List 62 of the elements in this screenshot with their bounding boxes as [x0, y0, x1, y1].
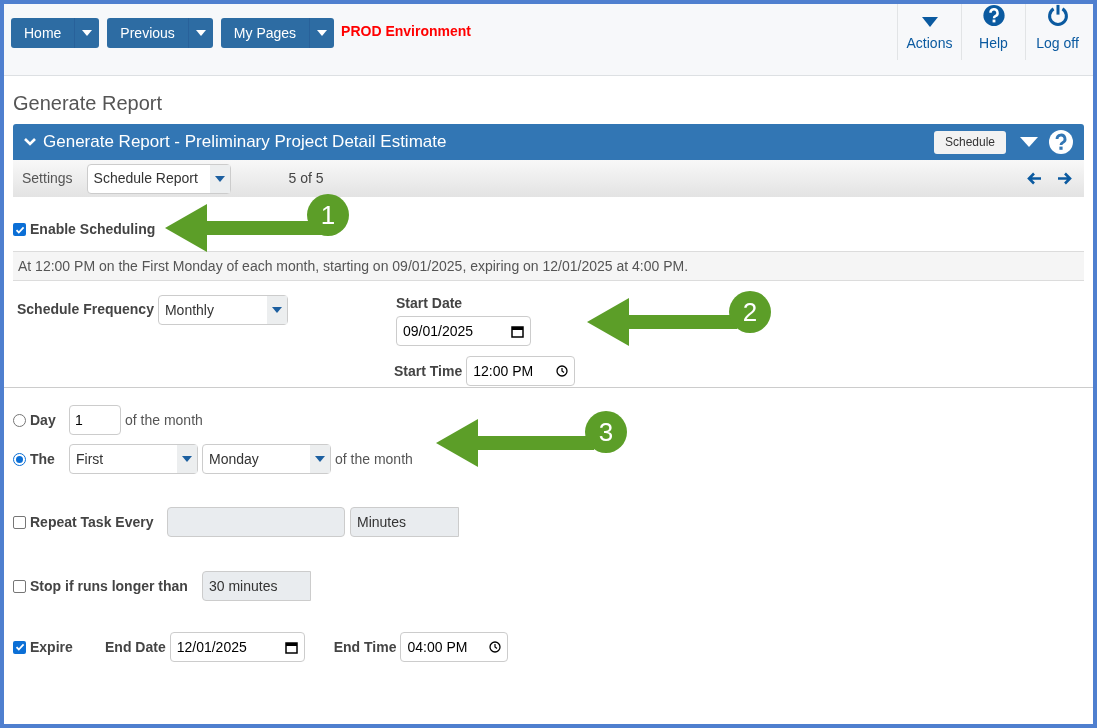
start-time-field[interactable]: 12:00 PM	[466, 356, 576, 386]
checkbox-label: Repeat Task Every	[30, 512, 155, 532]
field-label: Start Time	[394, 361, 463, 381]
panel-title: Generate Report - Preliminary Project Detail Estimate	[43, 131, 447, 154]
field-label: End Date	[105, 637, 166, 657]
checkbox[interactable]	[13, 579, 26, 593]
header-action-button[interactable]: Log off	[1025, 4, 1089, 60]
header-action-button[interactable]: Actions	[897, 4, 961, 60]
unit-select[interactable]: Minutes	[350, 507, 459, 537]
caret-icon	[921, 17, 938, 27]
arrow-right-icon[interactable]	[1057, 172, 1072, 185]
schedule-button[interactable]: Schedule	[933, 130, 1006, 154]
checkbox[interactable]	[13, 640, 26, 654]
help-icon[interactable]	[1048, 129, 1074, 155]
caret-icon	[182, 456, 192, 462]
toolbar-label: Settings	[22, 169, 73, 188]
callout-badge: 3	[585, 411, 627, 453]
panel-menu-button[interactable]	[1020, 135, 1038, 149]
clock-icon	[556, 365, 569, 377]
ordinal-select[interactable]: First	[69, 444, 198, 474]
caret-icon	[317, 30, 328, 36]
arrow-left-icon[interactable]	[1027, 172, 1042, 185]
caret-icon	[271, 307, 282, 313]
caret-icon	[195, 30, 206, 36]
clock-icon	[489, 641, 502, 653]
caret-icon	[315, 456, 325, 462]
checkbox-label: Stop if runs longer than	[30, 576, 189, 596]
callout-badge: 1	[307, 194, 349, 236]
calendar-icon	[284, 640, 298, 654]
radio-label: Day	[30, 410, 57, 430]
calendar-icon	[511, 324, 524, 338]
checkbox-label: Enable Scheduling	[30, 220, 156, 239]
field-suffix: of the month	[125, 410, 203, 430]
caret-icon	[214, 175, 225, 182]
schedule-summary: At 12:00 PM on the First Monday of each month, starting on 09/01/2025, expiring on 12/01/2025 at 4:00 PM.	[13, 251, 1084, 281]
radio-label: The	[30, 449, 56, 469]
chevron-down-icon	[23, 137, 37, 147]
page-counter: 5 of 5	[288, 169, 324, 188]
duration-select[interactable]: 30 minutes	[202, 571, 311, 601]
frequency-select[interactable]: Monthly	[157, 295, 288, 325]
day-field[interactable]: 1	[69, 405, 121, 435]
checkbox[interactable]	[13, 515, 26, 529]
weekday-select[interactable]: Monday	[202, 444, 331, 474]
radio-button[interactable]	[13, 452, 26, 466]
environment-label: PROD Environment	[341, 22, 471, 41]
field-suffix: of the month	[335, 449, 413, 469]
end-date-field[interactable]: 12/01/2025	[169, 632, 305, 662]
settings-select[interactable]: Schedule Report	[86, 163, 231, 194]
callout-badge: 2	[729, 291, 771, 333]
page-title: Generate Report	[13, 91, 163, 115]
checkbox[interactable]	[13, 223, 26, 236]
field-label: Start Date	[396, 294, 463, 313]
field-label: Schedule Frequency	[17, 300, 154, 319]
header-action-button[interactable]: Help	[961, 4, 1025, 60]
interval-field[interactable]	[167, 507, 345, 537]
field-label: End Time	[333, 637, 397, 657]
end-time-field[interactable]: 04:00 PM	[400, 632, 509, 662]
power-icon	[1045, 4, 1070, 27]
radio-button[interactable]	[13, 413, 26, 427]
start-date-field[interactable]: 09/01/2025	[396, 316, 531, 346]
caret-icon	[82, 30, 93, 36]
checkbox-label: Expire	[30, 637, 74, 657]
